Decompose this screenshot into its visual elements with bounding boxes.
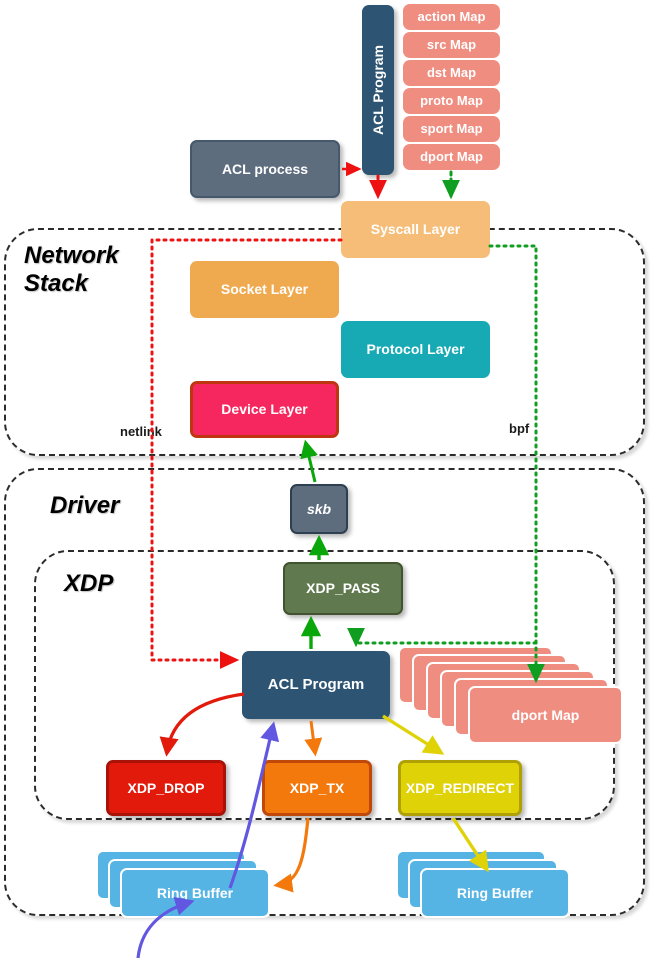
device-layer-box[interactable]: Device Layer bbox=[190, 381, 339, 438]
acl-program-userspace-label: ACL Program bbox=[369, 45, 386, 135]
xdp-drop-label: XDP_DROP bbox=[127, 779, 205, 796]
xdp-tx-label: XDP_TX bbox=[289, 779, 345, 796]
syscall-layer-box[interactable]: Syscall Layer bbox=[341, 201, 490, 258]
dport-map-top-card[interactable]: dport Map bbox=[468, 686, 623, 744]
map-action[interactable]: action Map bbox=[403, 4, 500, 30]
map-dst[interactable]: dst Map bbox=[403, 60, 500, 86]
xdp-redirect-label: XDP_REDIRECT bbox=[405, 779, 515, 796]
socket-layer-box[interactable]: Socket Layer bbox=[190, 261, 339, 318]
protocol-layer-label: Protocol Layer bbox=[366, 341, 465, 358]
socket-layer-label: Socket Layer bbox=[220, 281, 309, 298]
xdp-drop-box[interactable]: XDP_DROP bbox=[106, 760, 226, 816]
ring-buffer-right-label: Ring Buffer bbox=[456, 885, 534, 901]
map-src-label: src Map bbox=[426, 36, 477, 52]
xdp-pass-box[interactable]: XDP_PASS bbox=[283, 562, 403, 615]
ring-buffer-left-top-card[interactable]: Ring Buffer bbox=[120, 868, 270, 918]
xdp-pass-label: XDP_PASS bbox=[306, 580, 380, 597]
skb-box[interactable]: skb bbox=[290, 484, 348, 534]
map-action-label: action Map bbox=[417, 8, 486, 24]
acl-process-label: ACL process bbox=[221, 160, 309, 177]
map-proto-label: proto Map bbox=[420, 92, 483, 108]
ring-buffer-left-stack[interactable]: Ring Buffer bbox=[96, 850, 286, 925]
region-label-driver: Driver bbox=[50, 492, 120, 519]
dport-map-stack[interactable]: dport Map bbox=[398, 646, 623, 744]
ring-buffer-right-top-card[interactable]: Ring Buffer bbox=[420, 868, 570, 918]
syscall-layer-label: Syscall Layer bbox=[370, 221, 461, 238]
region-label-network-stack: Network Stack bbox=[24, 242, 119, 297]
ring-buffer-right-stack[interactable]: Ring Buffer bbox=[396, 850, 586, 925]
map-sport[interactable]: sport Map bbox=[403, 116, 500, 142]
diagram-canvas: Network Stack Driver XDP ACL Program act… bbox=[0, 0, 653, 961]
xdp-redirect-box[interactable]: XDP_REDIRECT bbox=[398, 760, 522, 816]
netlink-label: netlink bbox=[120, 424, 162, 439]
acl-program-xdp-label: ACL Program bbox=[267, 676, 365, 694]
skb-label: skb bbox=[306, 500, 332, 517]
map-dport[interactable]: dport Map bbox=[403, 144, 500, 170]
xdp-tx-box[interactable]: XDP_TX bbox=[262, 760, 372, 816]
protocol-layer-box[interactable]: Protocol Layer bbox=[341, 321, 490, 378]
map-proto[interactable]: proto Map bbox=[403, 88, 500, 114]
dport-map-stack-label: dport Map bbox=[511, 707, 580, 723]
region-label-xdp: XDP bbox=[64, 570, 114, 597]
acl-program-userspace-box[interactable]: ACL Program bbox=[362, 5, 394, 175]
acl-program-xdp-box[interactable]: ACL Program bbox=[242, 651, 390, 719]
ring-buffer-left-label: Ring Buffer bbox=[156, 885, 234, 901]
device-layer-label: Device Layer bbox=[221, 401, 308, 418]
map-sport-label: sport Map bbox=[420, 120, 483, 136]
bpf-label: bpf bbox=[509, 421, 530, 436]
map-dst-label: dst Map bbox=[426, 64, 477, 80]
map-src[interactable]: src Map bbox=[403, 32, 500, 58]
acl-process-box[interactable]: ACL process bbox=[190, 140, 340, 198]
map-dport-label: dport Map bbox=[420, 148, 483, 164]
